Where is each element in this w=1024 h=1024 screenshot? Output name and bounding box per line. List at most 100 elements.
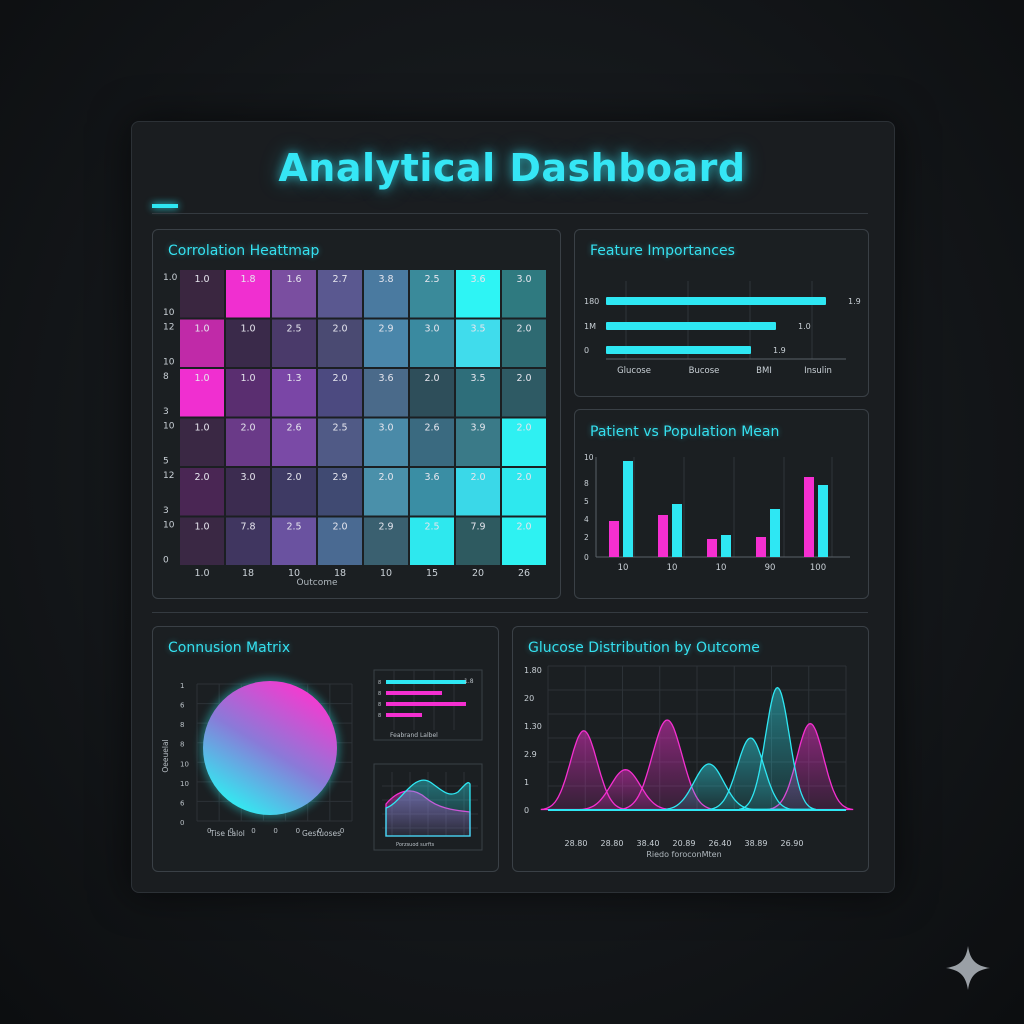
heatmap-cell-label: 2.0: [516, 522, 531, 533]
confusion-x-tick: 0: [296, 827, 300, 835]
heatmap-row-label: 0: [163, 556, 169, 566]
heatmap-cell-label: 3.0: [516, 274, 531, 285]
importance-value-label: 1.0: [798, 322, 811, 331]
glucose-x-tick: 20.89: [673, 839, 696, 848]
confusion-chart: 16881010600 0 0 0 0 0 0OeeuelalTise Lalol Gestu…: [161, 669, 483, 851]
patient-bar: [804, 477, 814, 557]
heatmap-cell-label: 2.0: [240, 423, 255, 434]
confusion-y-tick: 6: [180, 799, 185, 807]
patient-bar: [770, 509, 780, 557]
heatmap-cell-label: 2.5: [332, 423, 347, 434]
importance-y-tick: 180: [584, 297, 599, 306]
confusion-xlabel-right: Gestuoses: [302, 829, 341, 838]
heatmap-cell-label: 3.5: [470, 373, 485, 384]
patient-y-tick: 5: [584, 497, 589, 506]
importance-x-tick: BMI: [756, 366, 772, 376]
glucose-x-tick: 38.89: [745, 839, 768, 848]
inset-bar-tick: 8: [378, 680, 381, 686]
heatmap-row-label: 10: [163, 521, 175, 531]
heatmap-cell-label: 2.5: [286, 522, 301, 533]
glucose-y-tick: 0: [524, 806, 529, 815]
glucose-x-tick: 38.40: [637, 839, 660, 848]
confusion-circle: [203, 681, 337, 815]
glucose-y-tick: 1.30: [524, 722, 542, 731]
heatmap-cell-label: 2.9: [378, 522, 393, 533]
importance-y-tick: 1M: [584, 322, 596, 331]
heatmap-cell-label: 2.0: [516, 423, 531, 434]
glucose-y-tick: 1: [524, 778, 529, 787]
patient-y-tick: 10: [584, 453, 594, 462]
patient-chart: 10 8 5 4 2 0 10 10 10 90 100: [584, 453, 850, 573]
heatmap-cell-label: 2.0: [378, 472, 393, 483]
heatmap-col-label: 1.0: [194, 568, 209, 579]
importance-x-tick: Glucose: [617, 366, 651, 376]
patient-bar: [658, 515, 668, 557]
glucose-x-tick: 26.90: [781, 839, 804, 848]
heatmap-cell-label: 2.0: [516, 472, 531, 483]
heatmap-cell-label: 1.0: [194, 324, 209, 335]
heatmap-cell-label: 2.0: [516, 324, 531, 335]
confusion-y-tick: 10: [180, 780, 189, 788]
divider-middle: [152, 612, 868, 613]
heatmap-cell-label: 2.9: [332, 472, 347, 483]
importance-value-label: 1.9: [848, 297, 861, 306]
heatmap-col-label: 26: [518, 568, 530, 579]
inset-bar-tick: 8: [378, 702, 381, 708]
patient-bar: [623, 461, 633, 557]
heatmap-cell-label: 1.0: [240, 373, 255, 384]
heatmap-cell-label: 2.5: [424, 274, 439, 285]
confusion-xlabel-left: Tise Lalol: [209, 829, 245, 838]
patient-y-tick: 4: [584, 515, 589, 524]
sparkle-icon: [946, 946, 990, 990]
patient-bar: [818, 485, 828, 557]
heatmap-cell-label: 3.6: [378, 373, 393, 384]
inset-bar: [386, 680, 466, 684]
inset-bar: [386, 691, 442, 695]
importance-value-label: 1.9: [773, 346, 786, 355]
patient-x-tick: 90: [765, 563, 776, 573]
heatmap-cell-label: 2.6: [424, 423, 439, 434]
inset-bar: [386, 713, 422, 717]
heatmap-row-label: 10: [163, 308, 175, 318]
inset-bar: [386, 702, 466, 706]
heatmap-cell-label: 2.0: [424, 373, 439, 384]
title-accent-bar: [152, 204, 178, 208]
heatmap-cell-label: 2.0: [194, 472, 209, 483]
heatmap-cell-label: 3.0: [240, 472, 255, 483]
patient-x-tick: 10: [667, 563, 678, 573]
confusion-x-tick: 0: [273, 827, 277, 835]
heatmap-row-label: 12: [163, 323, 174, 333]
patient-bar: [721, 535, 731, 557]
importance-y-tick: 0: [584, 346, 589, 355]
importance-bar: [606, 297, 826, 305]
heatmap-row-label: 1.0: [163, 273, 178, 283]
heatmap-cell-label: 3.6: [470, 274, 485, 285]
heatmap-cell-label: 2.0: [470, 472, 485, 483]
heatmap-row-label: 3: [163, 506, 169, 516]
heatmap-cell-label: 1.3: [286, 373, 301, 384]
heatmap-cell-label: 2.0: [332, 522, 347, 533]
heatmap-cell-label: 3.6: [424, 472, 439, 483]
heatmap-cell-label: 1.6: [286, 274, 301, 285]
glucose-chart: 1.80 20 1.30 2.9 1 0 28.80 28.80 38.40 20.89 26.40…: [524, 665, 854, 859]
inset-bar-tick: 8: [378, 691, 381, 697]
glucose-y-tick: 1.80: [524, 666, 542, 675]
heatmap-cell-label: 2.0: [332, 324, 347, 335]
patient-x-tick: 10: [618, 563, 629, 573]
confusion-y-tick: 6: [180, 702, 185, 710]
heatmap-cell-label: 1.8: [240, 274, 255, 285]
confusion-ylabel: Oeeuelal: [161, 739, 170, 772]
importance-bar: [606, 346, 751, 354]
heatmap-row-label: 8: [163, 372, 169, 382]
heatmap-cell-label: 7.9: [470, 522, 485, 533]
importance-bar: [606, 322, 776, 330]
heatmap-cell-label: 1.0: [194, 423, 209, 434]
confusion-y-tick: 8: [180, 721, 184, 729]
heatmap-row-label: 12: [163, 471, 174, 481]
heatmap-cell-label: 2.5: [286, 324, 301, 335]
heatmap-col-label: 15: [426, 568, 438, 579]
importance-x-tick: Bucose: [689, 366, 720, 376]
confusion-y-tick: 0: [180, 819, 184, 827]
heatmap-cell-label: 2.0: [286, 472, 301, 483]
page-title: Analytical Dashboard: [278, 146, 746, 190]
